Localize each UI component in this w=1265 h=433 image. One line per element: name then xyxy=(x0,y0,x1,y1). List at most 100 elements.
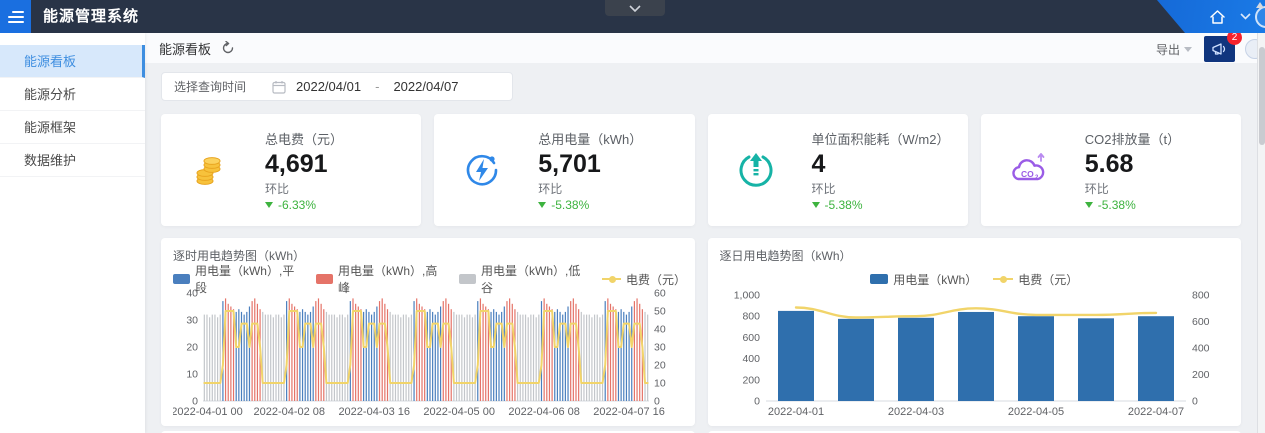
svg-text:20: 20 xyxy=(654,360,666,372)
legend-item[interactable]: 电费（元） xyxy=(602,271,682,288)
kpi-text: 总用电量（kWh） 5,701 环比 -5.38% xyxy=(538,129,642,212)
scrollbar-thumb[interactable] xyxy=(1259,47,1265,145)
main-content: 能源看板 导出 2 xyxy=(145,33,1257,433)
svg-text:2022-04-02 08: 2022-04-02 08 xyxy=(253,406,325,418)
hamburger-icon xyxy=(8,8,24,26)
topbar-collapse-tab[interactable] xyxy=(605,0,665,16)
svg-text:2022-04-07: 2022-04-07 xyxy=(1127,406,1183,418)
sidebar-item-energy-board[interactable]: 能源看板 xyxy=(0,45,145,78)
svg-text:20: 20 xyxy=(186,342,198,354)
svg-text:10: 10 xyxy=(654,378,666,390)
refresh-icon xyxy=(221,41,235,55)
legend-line-swatch xyxy=(602,274,621,284)
filter-row: 选择查询时间 2022/04/01 - 2022/04/07 xyxy=(145,63,1257,101)
sidebar-item-data-maintenance[interactable]: 数据维护 xyxy=(0,144,145,177)
kpi-value: 4 xyxy=(812,150,950,179)
svg-text:10: 10 xyxy=(186,369,198,381)
legend-item[interactable]: 电费（元） xyxy=(993,271,1078,288)
legend-label: 电费（元） xyxy=(626,271,683,288)
svg-text:40: 40 xyxy=(654,324,666,336)
legend-swatch xyxy=(459,274,476,284)
end-date-value[interactable]: 2022/04/07 xyxy=(393,79,458,94)
svg-text:2022-04-03 16: 2022-04-03 16 xyxy=(338,406,410,418)
chart-title: 逐日用电趋势图（kWh） xyxy=(720,247,1230,264)
kpi-compare-label: 环比 xyxy=(265,180,343,197)
next-row-peek xyxy=(145,426,1257,433)
user-avatar[interactable] xyxy=(1255,6,1265,28)
svg-text:800: 800 xyxy=(1192,290,1210,302)
export-label: 导出 xyxy=(1156,41,1180,58)
svg-text:2022-04-01: 2022-04-01 xyxy=(767,406,823,418)
chevron-down-icon xyxy=(1184,47,1192,52)
legend-swatch xyxy=(173,274,190,284)
export-button[interactable]: 导出 xyxy=(1156,41,1192,58)
menu-toggle-button[interactable] xyxy=(0,0,31,33)
svg-text:2022-04-06 08: 2022-04-06 08 xyxy=(508,406,580,418)
kpi-card-co2-emission: CO 2 CO2排放量（t） 5.68 环比 -5.38% xyxy=(981,114,1241,226)
svg-text:30: 30 xyxy=(186,315,198,327)
kpi-change-value: -5.38% xyxy=(825,198,863,212)
kpi-label: CO2排放量（t） xyxy=(1085,129,1180,148)
hourly-usage-chart-card: 逐时用电趋势图（kWh） 用电量（kWh）,平段用电量（kWh）,高峰用电量（k… xyxy=(161,238,695,426)
kpi-compare-label: 环比 xyxy=(1085,180,1180,197)
electricity-icon xyxy=(460,151,504,189)
kpi-compare-label: 环比 xyxy=(812,180,950,197)
vertical-scrollbar[interactable] xyxy=(1257,33,1265,433)
arrow-down-icon xyxy=(1085,202,1093,208)
sidebar-item-energy-framework[interactable]: 能源框架 xyxy=(0,111,145,144)
help-button[interactable] xyxy=(1245,39,1257,59)
date-picker-label: 选择查询时间 xyxy=(174,78,246,95)
svg-text:800: 800 xyxy=(742,311,760,323)
power-arrow-icon xyxy=(734,151,778,189)
daily-usage-chart: 02004006008001,00002004006008002022-04-0… xyxy=(720,287,1230,421)
calendar-icon xyxy=(272,80,286,94)
svg-text:400: 400 xyxy=(742,353,760,365)
kpi-value: 5.68 xyxy=(1085,150,1180,179)
svg-text:2022-04-07 16: 2022-04-07 16 xyxy=(593,406,665,418)
svg-text:2022-04-05: 2022-04-05 xyxy=(1007,406,1063,418)
app-title: 能源管理系统 xyxy=(43,0,139,33)
topbar: 能源管理系统 xyxy=(0,0,1265,33)
svg-text:0: 0 xyxy=(1192,396,1198,408)
co2-cloud-icon: CO 2 xyxy=(1007,151,1051,189)
svg-text:30: 30 xyxy=(654,342,666,354)
legend-swatch xyxy=(870,274,888,284)
svg-text:200: 200 xyxy=(1192,369,1210,381)
kpi-text: 总电费（元） 4,691 环比 -6.33% xyxy=(265,129,343,212)
legend-swatch xyxy=(316,274,333,284)
kpi-card-total-cost: 总电费（元） 4,691 环比 -6.33% xyxy=(161,114,421,226)
kpi-value: 4,691 xyxy=(265,150,343,179)
kpi-compare-label: 环比 xyxy=(538,180,642,197)
kpi-value: 5,701 xyxy=(538,150,642,179)
date-range-picker[interactable]: 选择查询时间 2022/04/01 - 2022/04/07 xyxy=(161,72,513,101)
topbar-right-panel xyxy=(1145,0,1265,33)
svg-text:200: 200 xyxy=(742,374,760,386)
legend-line-swatch xyxy=(993,274,1013,284)
breadcrumb: 能源看板 xyxy=(159,39,211,58)
toolbar-row: 能源看板 导出 2 xyxy=(145,33,1257,63)
toolbar-actions: 导出 2 xyxy=(1156,36,1247,62)
svg-text:2022-04-01 00: 2022-04-01 00 xyxy=(173,406,243,418)
kpi-change-value: -5.38% xyxy=(1098,198,1136,212)
svg-text:600: 600 xyxy=(1192,316,1210,328)
kpi-change: -6.33% xyxy=(265,198,343,212)
kpi-change-value: -5.38% xyxy=(551,198,589,212)
sidebar: 能源看板 能源分析 能源框架 数据维护 xyxy=(0,33,145,433)
kpi-label: 总电费（元） xyxy=(265,129,343,148)
svg-text:40: 40 xyxy=(186,288,198,300)
chevron-down-icon xyxy=(629,5,641,12)
arrow-down-icon xyxy=(538,202,546,208)
scrollbar-up-arrow[interactable] xyxy=(1256,2,1264,8)
legend-item[interactable]: 用电量（kWh） xyxy=(870,271,977,288)
kpi-change: -5.38% xyxy=(538,198,642,212)
svg-text:600: 600 xyxy=(742,332,760,344)
start-date-value[interactable]: 2022/04/01 xyxy=(296,79,361,94)
topbar-dropdown-button[interactable] xyxy=(1240,13,1251,20)
refresh-button[interactable] xyxy=(221,41,235,55)
kpi-label: 总用电量（kWh） xyxy=(538,129,642,148)
sidebar-item-energy-analysis[interactable]: 能源分析 xyxy=(0,78,145,111)
home-icon xyxy=(1209,9,1226,25)
home-button[interactable] xyxy=(1209,9,1226,25)
kpi-card-total-usage: 总用电量（kWh） 5,701 环比 -5.38% xyxy=(434,114,694,226)
notification-button[interactable]: 2 xyxy=(1204,36,1235,62)
